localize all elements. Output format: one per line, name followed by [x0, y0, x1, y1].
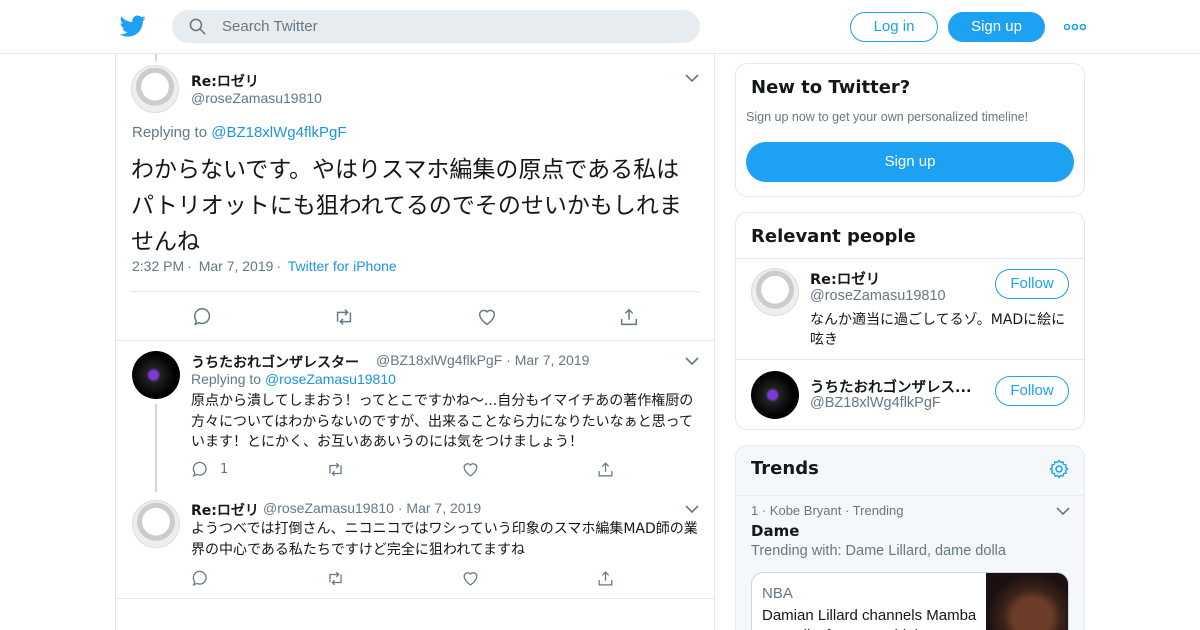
trend-name[interactable]: Dame	[751, 522, 799, 540]
card-title: Trends	[751, 458, 819, 479]
login-button[interactable]: Log in	[850, 12, 938, 42]
tweet-text: 原点から潰してしまおう！ってとこですかね〜...自分もイマイチあの著作権厨の方々…	[191, 393, 694, 450]
signup-button[interactable]: Sign up	[948, 12, 1045, 42]
trend-rank: 1	[751, 503, 759, 518]
tweet-date[interactable]: Mar 7, 2019	[199, 258, 274, 274]
relevant-people-card: Relevant people Re:ロゼリ @roseZamasu19810 …	[735, 212, 1085, 430]
heart-icon	[463, 572, 478, 586]
search-icon	[189, 18, 206, 35]
card-description: Sign up now to get your own personalized…	[746, 110, 1029, 124]
replying-to: Replying to @roseZamasu19810	[191, 371, 396, 387]
reply-button[interactable]	[192, 306, 214, 328]
avatar[interactable]	[751, 268, 799, 316]
tweet-author-handle[interactable]: @roseZamasu19810	[191, 90, 322, 106]
share-icon	[598, 571, 613, 586]
chevron-down-icon[interactable]	[1056, 506, 1070, 516]
news-card[interactable]: NBA Damian Lillard channels Mamba Mental…	[751, 572, 1069, 630]
tweet-author-handle[interactable]: @roseZamasu19810	[263, 500, 394, 516]
tweet-timeline: Re:ロゼリ @roseZamasu19810 Replying to @BZ1…	[115, 54, 715, 630]
tweet-author-meta: @BZ18xlWg4flkPgF · Mar 7, 2019	[376, 352, 590, 368]
card-title: New to Twitter?	[751, 77, 911, 98]
trend-meta: 1 · Kobe Bryant · Trending	[751, 503, 904, 518]
replying-to: Replying to @BZ18xlWg4flkPgF	[132, 124, 347, 141]
follow-button[interactable]: Follow	[995, 376, 1069, 406]
share-button[interactable]	[618, 306, 640, 328]
retweet-button[interactable]	[326, 569, 345, 588]
search-box[interactable]: Search Twitter	[172, 10, 700, 43]
share-button[interactable]	[596, 460, 615, 479]
reply-icon	[192, 570, 207, 586]
gear-icon[interactable]	[1048, 458, 1070, 480]
reply-button[interactable]	[191, 460, 210, 479]
tweet-author-handle[interactable]: @BZ18xlWg4flkPgF	[376, 352, 502, 368]
thread-line	[155, 404, 157, 492]
avatar[interactable]	[132, 500, 180, 548]
trend-with: Trending with: Dame Lillard, dame dolla	[751, 543, 1006, 559]
search-input[interactable]: Search Twitter	[222, 18, 318, 35]
tweet-author-name[interactable]: うちたおれゴンザレスター	[191, 352, 359, 372]
tweet-source[interactable]: Twitter for iPhone	[288, 258, 397, 274]
share-icon	[620, 308, 638, 326]
divider	[736, 359, 1084, 360]
tweet-date[interactable]: Mar 7, 2019	[515, 352, 590, 368]
trend-context: Kobe Bryant	[769, 503, 842, 518]
replying-to-link[interactable]: @roseZamasu19810	[265, 371, 396, 387]
tweet-time[interactable]: 2:32 PM	[132, 258, 184, 274]
heart-icon	[463, 463, 478, 477]
heart-icon	[478, 309, 496, 326]
retweet-icon	[336, 309, 352, 325]
reply-icon	[192, 461, 207, 477]
divider	[116, 340, 714, 341]
twitter-logo-icon[interactable]	[120, 13, 146, 39]
news-source: NBA	[762, 585, 793, 602]
avatar[interactable]	[132, 351, 180, 399]
trend-status: Trending	[852, 503, 904, 518]
like-button[interactable]	[461, 569, 480, 588]
card-title: Relevant people	[751, 226, 916, 247]
person-handle[interactable]: @BZ18xlWg4flkPgF	[810, 395, 941, 411]
avatar[interactable]	[751, 371, 799, 419]
tweet-date[interactable]: Mar 7, 2019	[406, 500, 481, 516]
tweet-text: ようつべでは打倒さん、ニコニコではワシっていう印象のスマホ編集MAD師の業界の中…	[191, 521, 698, 558]
tweet-text: わからないです。やはりスマホ編集の原点である私はパトリオットにも狙われてるのでそ…	[131, 157, 682, 255]
tweet-author-name[interactable]: Re:ロゼリ	[191, 500, 259, 520]
retweet-button[interactable]	[326, 460, 345, 479]
reply-icon	[194, 308, 211, 326]
reply-button[interactable]	[191, 569, 210, 588]
tweet-metadata: 2:32 PM · Mar 7, 2019 · Twitter for iPhone	[132, 258, 397, 274]
divider	[116, 598, 714, 599]
chevron-down-icon[interactable]	[685, 73, 699, 83]
divider	[736, 258, 1084, 259]
retweet-icon	[329, 462, 342, 477]
more-options-icon[interactable]	[1064, 17, 1086, 37]
tweet-author-meta: @roseZamasu19810 · Mar 7, 2019	[263, 500, 482, 516]
retweet-icon	[329, 571, 342, 586]
share-icon	[598, 462, 613, 477]
thread-line	[155, 54, 157, 61]
follow-button[interactable]: Follow	[995, 269, 1069, 299]
person-handle[interactable]: @roseZamasu19810	[810, 288, 946, 304]
new-to-twitter-card: New to Twitter? Sign up now to get your …	[735, 63, 1085, 197]
person-name[interactable]: Re:ロゼリ	[810, 268, 880, 289]
top-navigation-bar: Search Twitter Log in Sign up	[0, 0, 1200, 54]
avatar[interactable]	[131, 65, 179, 113]
divider	[736, 495, 1084, 496]
chevron-down-icon[interactable]	[685, 356, 699, 366]
tweet-author-name[interactable]: Re:ロゼリ	[191, 71, 259, 91]
divider	[131, 291, 699, 292]
replying-to-link[interactable]: @BZ18xlWg4flkPgF	[211, 124, 346, 141]
retweet-button[interactable]	[333, 306, 355, 328]
person-name[interactable]: うちたおれゴンザレス...	[810, 376, 972, 397]
chevron-down-icon[interactable]	[685, 504, 699, 514]
trends-card: Trends 1 · Kobe Bryant · Trending Dame T…	[735, 445, 1085, 630]
like-button[interactable]	[476, 306, 498, 328]
like-button[interactable]	[461, 460, 480, 479]
news-headline: Damian Lillard channels Mamba Mentality …	[762, 607, 977, 630]
news-thumbnail	[986, 573, 1068, 630]
reply-count: 1	[220, 462, 229, 477]
signup-button[interactable]: Sign up	[746, 142, 1074, 182]
person-bio: なんか適当に過ごしてるゾ。MADに絵に呟き	[810, 312, 1066, 348]
share-button[interactable]	[596, 569, 615, 588]
